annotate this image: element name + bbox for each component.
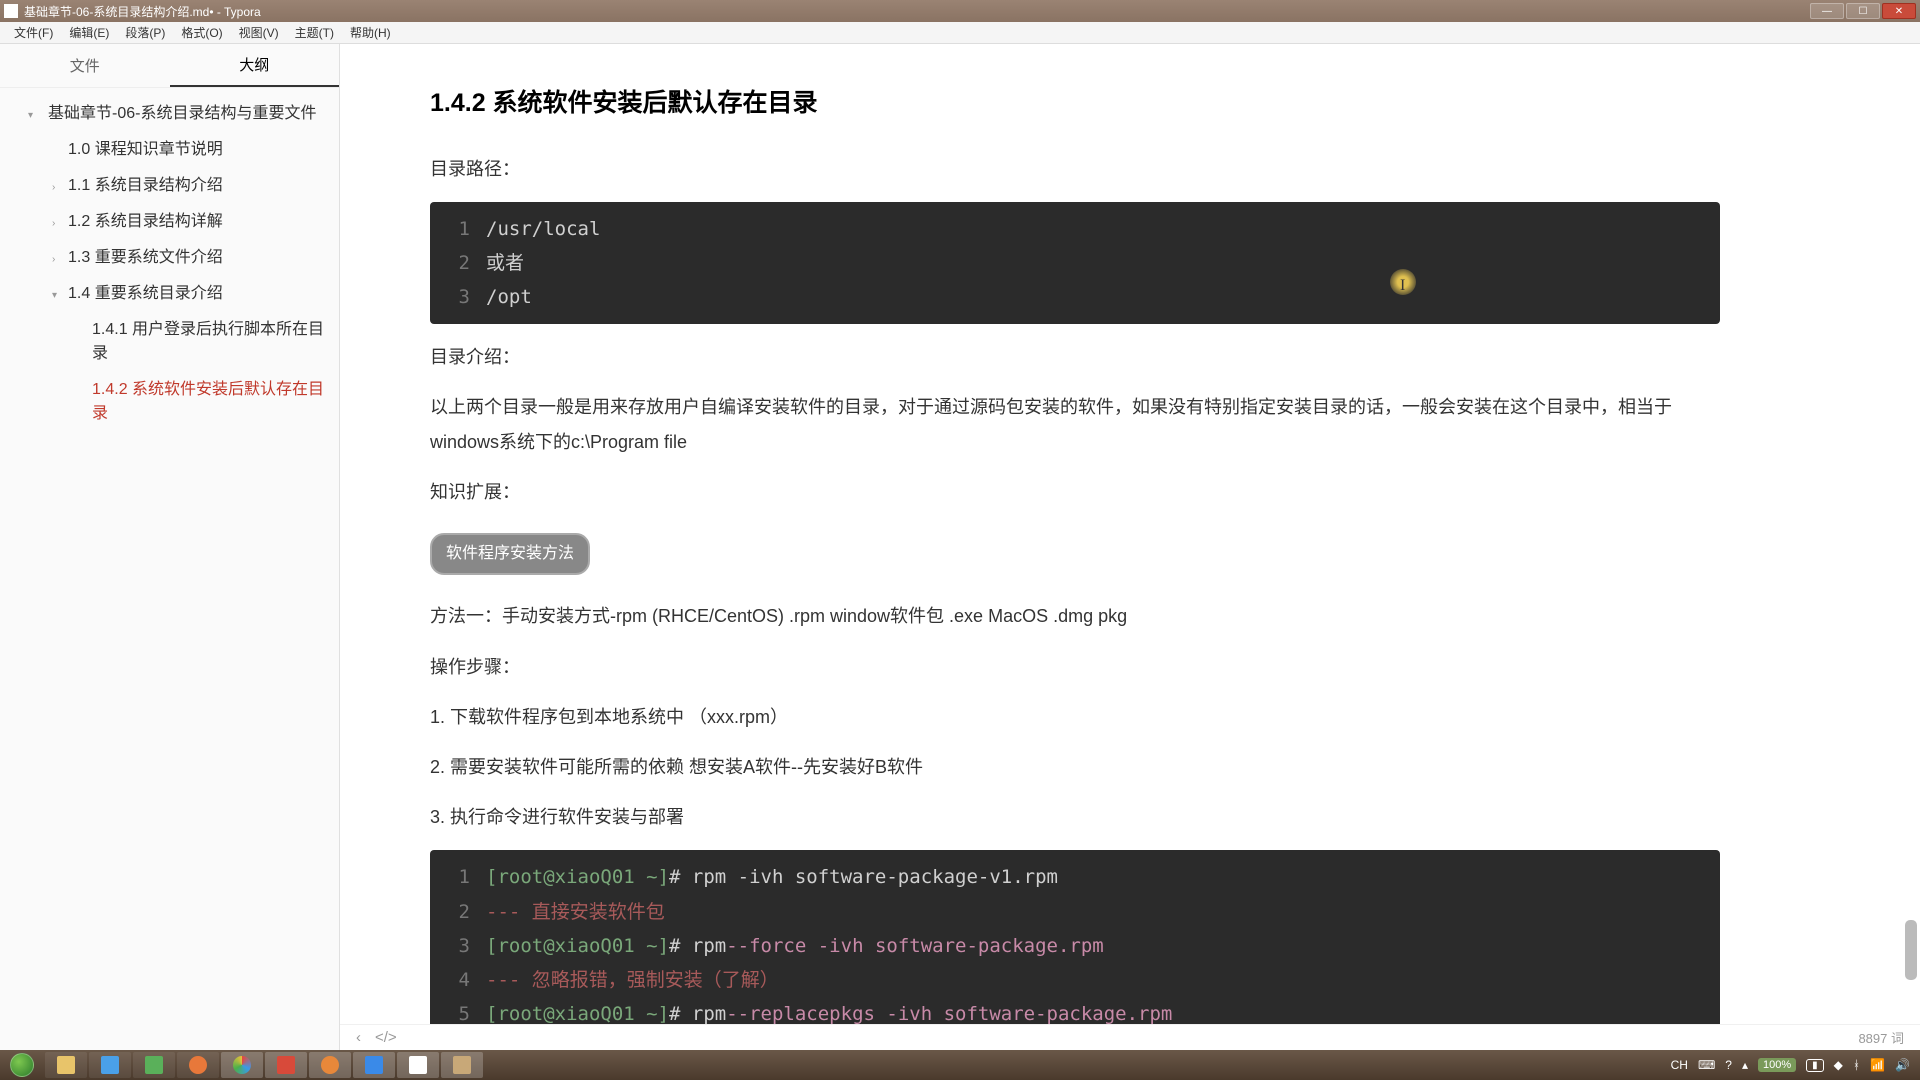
tab-files[interactable]: 文件	[0, 44, 170, 87]
source-mode-icon[interactable]: </>	[375, 1029, 397, 1046]
outline-item-label: 1.3 重要系统文件介绍	[68, 249, 223, 266]
tab-outline[interactable]: 大纲	[170, 44, 340, 87]
app-icon	[4, 4, 18, 18]
chevron-icon: ›	[52, 216, 55, 231]
window-title: 基础章节-06-系统目录结构介绍.md• - Typora	[24, 3, 261, 20]
outline-item-label: 1.4.1 用户登录后执行脚本所在目录	[92, 321, 324, 362]
volume-icon[interactable]: 🔊	[1895, 1058, 1910, 1072]
task-app-red[interactable]	[265, 1052, 307, 1078]
taskbar: CH ⌨ ? ▴ 100% ▮ ◆ ᚼ 📶 🔊	[0, 1050, 1920, 1080]
menu-paragraph[interactable]: 段落(P)	[117, 24, 173, 41]
code-line: 4--- 忽略报错，强制安装（了解）	[430, 963, 1720, 997]
menu-edit[interactable]: 编辑(E)	[61, 24, 117, 41]
task-explorer[interactable]	[45, 1052, 87, 1078]
outline-item-label: 1.4.2 系统软件安装后默认存在目录	[92, 381, 324, 422]
step-1: 1. 下载软件程序包到本地系统中 （xxx.rpm）	[430, 700, 1720, 734]
outline-item-label: 1.1 系统目录结构介绍	[68, 177, 223, 194]
label-intro: 目录介绍：	[430, 340, 1720, 374]
menu-format[interactable]: 格式(O)	[173, 24, 230, 41]
zoom-indicator[interactable]: 100%	[1758, 1058, 1796, 1072]
help-icon[interactable]: ?	[1725, 1058, 1732, 1072]
outline-item-label: 1.4 重要系统目录介绍	[68, 285, 223, 302]
code-block-rpm: 1[root@xiaoQ01 ~]# rpm -ivh software-pac…	[430, 850, 1720, 1041]
task-chrome[interactable]	[221, 1052, 263, 1078]
step-2: 2. 需要安装软件可能所需的依赖 想安装A软件--先安装好B软件	[430, 750, 1720, 784]
chevron-icon: ›	[52, 180, 55, 195]
windows-orb-icon	[10, 1053, 34, 1077]
battery-icon[interactable]: ▮	[1806, 1059, 1824, 1072]
task-everything[interactable]	[309, 1052, 351, 1078]
main-area: 文件 大纲 ▾ 基础章节-06-系统目录结构与重要文件 1.0 课程知识章节说明 › 1…	[0, 44, 1920, 1050]
task-app-tan[interactable]	[441, 1052, 483, 1078]
window-titlebar: 基础章节-06-系统目录结构介绍.md• - Typora — ☐ ✕	[0, 0, 1920, 22]
pill-install-methods: 软件程序安装方法	[430, 533, 590, 575]
outline-item[interactable]: 1.4.1 用户登录后执行脚本所在目录	[0, 312, 339, 372]
task-typora[interactable]	[397, 1052, 439, 1078]
ime-indicator[interactable]: CH	[1671, 1058, 1688, 1072]
chevron-icon: ▾	[52, 288, 57, 303]
heading-1-4-2: 1.4.2 系统软件安装后默认存在目录	[430, 80, 1720, 128]
code-line: 2--- 直接安装软件包	[430, 895, 1720, 929]
editor-statusbar: ‹ </> 8897 词	[340, 1024, 1920, 1050]
outline-item[interactable]: 1.4.2 系统软件安装后默认存在目录	[0, 372, 339, 432]
sidebar: 文件 大纲 ▾ 基础章节-06-系统目录结构与重要文件 1.0 课程知识章节说明 › 1…	[0, 44, 340, 1050]
step-3: 3. 执行命令进行软件安装与部署	[430, 800, 1720, 834]
task-firefox[interactable]	[177, 1052, 219, 1078]
task-ie[interactable]	[89, 1052, 131, 1078]
nav-back-icon[interactable]: ‹	[356, 1029, 361, 1046]
outline-item-label: 基础章节-06-系统目录结构与重要文件	[48, 105, 316, 122]
menubar: 文件(F) 编辑(E) 段落(P) 格式(O) 视图(V) 主题(T) 帮助(H…	[0, 22, 1920, 44]
minimize-button[interactable]: —	[1810, 3, 1844, 19]
outline-tree: ▾ 基础章节-06-系统目录结构与重要文件 1.0 课程知识章节说明 › 1.1 系统目…	[0, 88, 339, 1050]
outline-item-label: 1.2 系统目录结构详解	[68, 213, 223, 230]
task-edge[interactable]	[133, 1052, 175, 1078]
code-line: 1/usr/local	[430, 212, 1720, 246]
chevron-icon: ▾	[28, 108, 33, 123]
system-tray: CH ⌨ ? ▴ 100% ▮ ◆ ᚼ 📶 🔊	[1661, 1058, 1920, 1072]
maximize-button[interactable]: ☐	[1846, 3, 1880, 19]
window-controls: — ☐ ✕	[1810, 3, 1916, 19]
chevron-icon: ›	[52, 252, 55, 267]
word-count[interactable]: 8897 词	[1858, 1028, 1904, 1047]
label-path: 目录路径：	[430, 152, 1720, 186]
paragraph-method1: 方法一：手动安装方式-rpm (RHCE/CentOS) .rpm window…	[430, 599, 1720, 633]
sidebar-tabs: 文件 大纲	[0, 44, 339, 88]
code-line: 1[root@xiaoQ01 ~]# rpm -ivh software-pac…	[430, 860, 1720, 894]
scrollbar-thumb[interactable]	[1905, 920, 1917, 980]
network-icon[interactable]: 📶	[1870, 1058, 1885, 1072]
menu-theme[interactable]: 主题(T)	[287, 24, 342, 41]
outline-item[interactable]: › 1.2 系统目录结构详解	[0, 204, 339, 240]
label-steps: 操作步骤：	[430, 650, 1720, 684]
menu-help[interactable]: 帮助(H)	[342, 24, 399, 41]
outline-item[interactable]: › 1.3 重要系统文件介绍	[0, 240, 339, 276]
start-button[interactable]	[0, 1050, 44, 1080]
menu-file[interactable]: 文件(F)	[6, 24, 61, 41]
close-button[interactable]: ✕	[1882, 3, 1916, 19]
code-line: 2或者	[430, 246, 1720, 280]
outline-item[interactable]: ▾ 基础章节-06-系统目录结构与重要文件	[0, 96, 339, 132]
code-block-paths: 1/usr/local2或者3/opt	[430, 202, 1720, 325]
editor-content[interactable]: 1.4.2 系统软件安装后默认存在目录 目录路径： 1/usr/local2或者…	[340, 44, 1920, 1050]
code-line: 3/opt	[430, 280, 1720, 314]
outline-item[interactable]: 1.0 课程知识章节说明	[0, 132, 339, 168]
task-vscode[interactable]	[353, 1052, 395, 1078]
bluetooth-icon[interactable]: ᚼ	[1853, 1058, 1860, 1072]
label-extension: 知识扩展：	[430, 475, 1720, 509]
outline-item[interactable]: ▾ 1.4 重要系统目录介绍	[0, 276, 339, 312]
tray-chevron-icon[interactable]: ▴	[1742, 1058, 1748, 1072]
paragraph-intro: 以上两个目录一般是用来存放用户自编译安装软件的目录，对于通过源码包安装的软件，如…	[430, 390, 1720, 458]
shield-icon[interactable]: ◆	[1834, 1058, 1843, 1072]
outline-item-label: 1.0 课程知识章节说明	[68, 141, 223, 158]
outline-item[interactable]: › 1.1 系统目录结构介绍	[0, 168, 339, 204]
menu-view[interactable]: 视图(V)	[231, 24, 287, 41]
code-line: 3[root@xiaoQ01 ~]# rpm --force -ivh soft…	[430, 929, 1720, 963]
ime-switch-icon[interactable]: ⌨	[1698, 1058, 1715, 1072]
text-cursor-highlight	[1390, 269, 1416, 295]
